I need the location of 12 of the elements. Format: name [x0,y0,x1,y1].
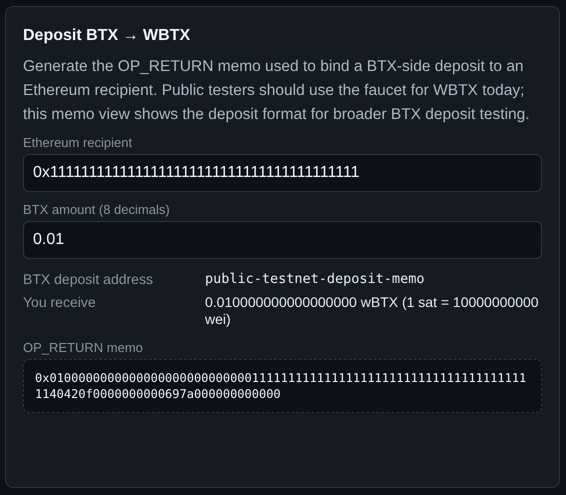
input-field[interactable]: 0.01 [23,221,542,259]
field-label: BTX amount (8 decimals) [23,202,171,217]
input-field[interactable]: 0x1111111111111111111111111111111111111111 [23,154,542,192]
memo-output: 0x0100000000000000000000000000111111111111111111111111111111111111111140420f0000000000697a000000000000 [23,359,542,413]
detail-label: BTX deposit address [23,271,154,288]
card-title: Deposit BTX → WBTX [23,27,192,45]
field-label: Ethereum recipient [23,135,134,150]
detail-value: 0.010000000000000000 wBTX (1 sat = 10000000000 wei) [205,294,540,328]
field-label: OP_RETURN memo [23,340,144,355]
detail-label: You receive [23,294,97,312]
description-text: Generate the OP_RETURN memo used to bind a BTX-side deposit to an Ethereum recipient. Public testers should use the faucet for WBTX today; this memo view shows the deposit format for broader BTX deposit testing. [23,57,531,125]
detail-value: public-testnet-deposit-memo [205,271,426,288]
